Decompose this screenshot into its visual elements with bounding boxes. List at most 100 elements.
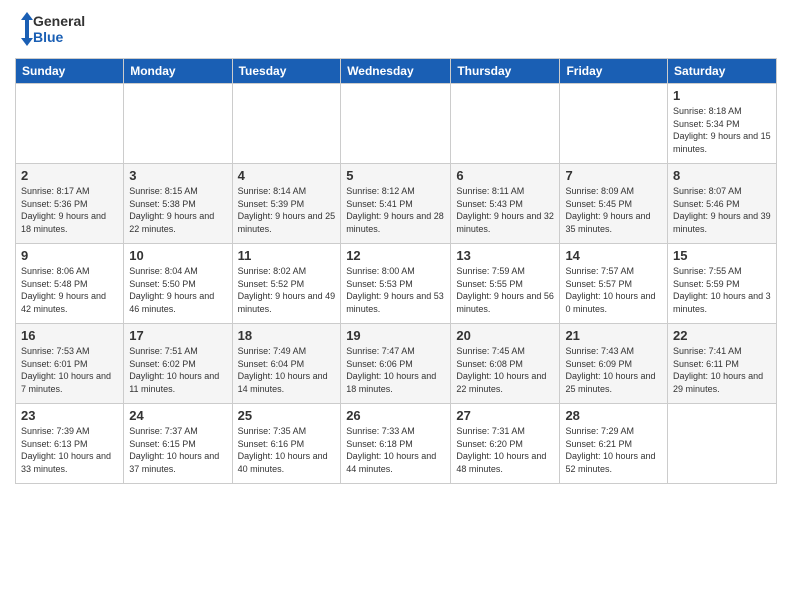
day-info: Sunrise: 8:00 AM Sunset: 5:53 PM Dayligh… — [346, 265, 445, 315]
calendar-cell: 21 Sunrise: 7:43 AM Sunset: 6:09 PM Dayli… — [560, 324, 668, 404]
calendar-table: SundayMondayTuesdayWednesdayThursdayFrid… — [15, 58, 777, 484]
day-number: 12 — [346, 248, 445, 263]
day-info: Sunrise: 8:17 AM Sunset: 5:36 PM Dayligh… — [21, 185, 118, 235]
calendar-cell: 15 Sunrise: 7:55 AM Sunset: 5:59 PM Dayli… — [668, 244, 777, 324]
calendar-dow-tuesday: Tuesday — [232, 59, 341, 84]
day-number: 25 — [238, 408, 336, 423]
calendar-cell: 19 Sunrise: 7:47 AM Sunset: 6:06 PM Dayli… — [341, 324, 451, 404]
day-info: Sunrise: 7:53 AM Sunset: 6:01 PM Dayligh… — [21, 345, 118, 395]
calendar-week-4: 16Sunrise: 7:53 AM Sunset: 6:01 PM Dayli… — [16, 324, 777, 404]
calendar-cell: 12 Sunrise: 8:00 AM Sunset: 5:53 PM Dayli… — [341, 244, 451, 324]
day-info: Sunrise: 7:41 AM Sunset: 6:11 PM Dayligh… — [673, 345, 771, 395]
day-number: 27 — [456, 408, 554, 423]
calendar-week-2: 2 Sunrise: 8:17 AM Sunset: 5:36 PM Daylig… — [16, 164, 777, 244]
day-info: Sunrise: 8:04 AM Sunset: 5:50 PM Dayligh… — [129, 265, 226, 315]
day-info: Sunrise: 7:35 AM Sunset: 6:16 PM Dayligh… — [238, 425, 336, 475]
calendar-cell: 17 Sunrise: 7:51 AM Sunset: 6:02 PM Dayli… — [124, 324, 232, 404]
day-number: 26 — [346, 408, 445, 423]
day-number: 22 — [673, 328, 771, 343]
day-info: Sunrise: 7:51 AM Sunset: 6:02 PM Dayligh… — [129, 345, 226, 395]
day-number: 6 — [456, 168, 554, 183]
calendar-cell: 10 Sunrise: 8:04 AM Sunset: 5:50 PM Dayli… — [124, 244, 232, 324]
day-number: 4 — [238, 168, 336, 183]
calendar-week-1: 1 Sunrise: 8:18 AM Sunset: 5:34 PM Daylig… — [16, 84, 777, 164]
calendar-cell: 8 Sunrise: 8:07 AM Sunset: 5:46 PM Daylig… — [668, 164, 777, 244]
day-number: 23 — [21, 408, 118, 423]
calendar-cell: 3 Sunrise: 8:15 AM Sunset: 5:38 PM Daylig… — [124, 164, 232, 244]
calendar-cell: 6 Sunrise: 8:11 AM Sunset: 5:43 PM Daylig… — [451, 164, 560, 244]
day-number: 14 — [565, 248, 662, 263]
day-number: 19 — [346, 328, 445, 343]
calendar-cell: 27 Sunrise: 7:31 AM Sunset: 6:20 PM Dayli… — [451, 404, 560, 484]
calendar-cell: 11 Sunrise: 8:02 AM Sunset: 5:52 PM Dayli… — [232, 244, 341, 324]
day-info: Sunrise: 8:02 AM Sunset: 5:52 PM Dayligh… — [238, 265, 336, 315]
calendar-dow-friday: Friday — [560, 59, 668, 84]
calendar-dow-saturday: Saturday — [668, 59, 777, 84]
calendar-cell: 9 Sunrise: 8:06 AM Sunset: 5:48 PM Daylig… — [16, 244, 124, 324]
day-number: 7 — [565, 168, 662, 183]
calendar-cell — [232, 84, 341, 164]
day-info: Sunrise: 7:45 AM Sunset: 6:08 PM Dayligh… — [456, 345, 554, 395]
day-info: Sunrise: 7:55 AM Sunset: 5:59 PM Dayligh… — [673, 265, 771, 315]
calendar-cell: 2 Sunrise: 8:17 AM Sunset: 5:36 PM Daylig… — [16, 164, 124, 244]
day-number: 3 — [129, 168, 226, 183]
day-number: 1 — [673, 88, 771, 103]
day-number: 2 — [21, 168, 118, 183]
calendar-cell: 23Sunrise: 7:39 AM Sunset: 6:13 PM Dayli… — [16, 404, 124, 484]
calendar-week-5: 23Sunrise: 7:39 AM Sunset: 6:13 PM Dayli… — [16, 404, 777, 484]
day-number: 5 — [346, 168, 445, 183]
calendar-cell: 5 Sunrise: 8:12 AM Sunset: 5:41 PM Daylig… — [341, 164, 451, 244]
day-number: 18 — [238, 328, 336, 343]
day-info: Sunrise: 7:33 AM Sunset: 6:18 PM Dayligh… — [346, 425, 445, 475]
day-number: 17 — [129, 328, 226, 343]
day-info: Sunrise: 7:29 AM Sunset: 6:21 PM Dayligh… — [565, 425, 662, 475]
day-number: 9 — [21, 248, 118, 263]
calendar-cell — [124, 84, 232, 164]
calendar-cell: 24Sunrise: 7:37 AM Sunset: 6:15 PM Dayli… — [124, 404, 232, 484]
calendar-header-row: SundayMondayTuesdayWednesdayThursdayFrid… — [16, 59, 777, 84]
day-number: 11 — [238, 248, 336, 263]
day-info: Sunrise: 8:11 AM Sunset: 5:43 PM Dayligh… — [456, 185, 554, 235]
page-header: General Blue — [15, 10, 777, 50]
calendar-cell: 4 Sunrise: 8:14 AM Sunset: 5:39 PM Daylig… — [232, 164, 341, 244]
calendar-dow-monday: Monday — [124, 59, 232, 84]
calendar-cell: 7 Sunrise: 8:09 AM Sunset: 5:45 PM Daylig… — [560, 164, 668, 244]
logo-svg: General Blue — [15, 10, 85, 50]
day-info: Sunrise: 8:09 AM Sunset: 5:45 PM Dayligh… — [565, 185, 662, 235]
svg-text:Blue: Blue — [33, 29, 64, 45]
calendar-cell — [451, 84, 560, 164]
calendar-cell: 20Sunrise: 7:45 AM Sunset: 6:08 PM Dayli… — [451, 324, 560, 404]
day-number: 8 — [673, 168, 771, 183]
day-number: 28 — [565, 408, 662, 423]
calendar-cell — [668, 404, 777, 484]
day-number: 10 — [129, 248, 226, 263]
day-info: Sunrise: 7:31 AM Sunset: 6:20 PM Dayligh… — [456, 425, 554, 475]
calendar-cell — [560, 84, 668, 164]
day-info: Sunrise: 8:15 AM Sunset: 5:38 PM Dayligh… — [129, 185, 226, 235]
calendar-cell: 14Sunrise: 7:57 AM Sunset: 5:57 PM Dayli… — [560, 244, 668, 324]
calendar-dow-sunday: Sunday — [16, 59, 124, 84]
calendar-cell: 13Sunrise: 7:59 AM Sunset: 5:55 PM Dayli… — [451, 244, 560, 324]
day-info: Sunrise: 8:18 AM Sunset: 5:34 PM Dayligh… — [673, 105, 771, 155]
day-info: Sunrise: 8:12 AM Sunset: 5:41 PM Dayligh… — [346, 185, 445, 235]
calendar-cell: 22 Sunrise: 7:41 AM Sunset: 6:11 PM Dayli… — [668, 324, 777, 404]
page-container: General Blue SundayMondayTuesdayWednesda… — [0, 0, 792, 494]
day-info: Sunrise: 8:06 AM Sunset: 5:48 PM Dayligh… — [21, 265, 118, 315]
day-number: 24 — [129, 408, 226, 423]
day-info: Sunrise: 8:14 AM Sunset: 5:39 PM Dayligh… — [238, 185, 336, 235]
day-info: Sunrise: 7:49 AM Sunset: 6:04 PM Dayligh… — [238, 345, 336, 395]
day-number: 21 — [565, 328, 662, 343]
calendar-cell — [341, 84, 451, 164]
day-info: Sunrise: 7:43 AM Sunset: 6:09 PM Dayligh… — [565, 345, 662, 395]
day-info: Sunrise: 8:07 AM Sunset: 5:46 PM Dayligh… — [673, 185, 771, 235]
day-info: Sunrise: 7:59 AM Sunset: 5:55 PM Dayligh… — [456, 265, 554, 315]
calendar-cell: 25 Sunrise: 7:35 AM Sunset: 6:16 PM Dayli… — [232, 404, 341, 484]
day-number: 15 — [673, 248, 771, 263]
calendar-week-3: 9 Sunrise: 8:06 AM Sunset: 5:48 PM Daylig… — [16, 244, 777, 324]
calendar-cell: 28 Sunrise: 7:29 AM Sunset: 6:21 PM Dayli… — [560, 404, 668, 484]
day-info: Sunrise: 7:47 AM Sunset: 6:06 PM Dayligh… — [346, 345, 445, 395]
calendar-cell: 16Sunrise: 7:53 AM Sunset: 6:01 PM Dayli… — [16, 324, 124, 404]
calendar-dow-wednesday: Wednesday — [341, 59, 451, 84]
calendar-cell: 1 Sunrise: 8:18 AM Sunset: 5:34 PM Daylig… — [668, 84, 777, 164]
svg-text:General: General — [33, 13, 85, 29]
